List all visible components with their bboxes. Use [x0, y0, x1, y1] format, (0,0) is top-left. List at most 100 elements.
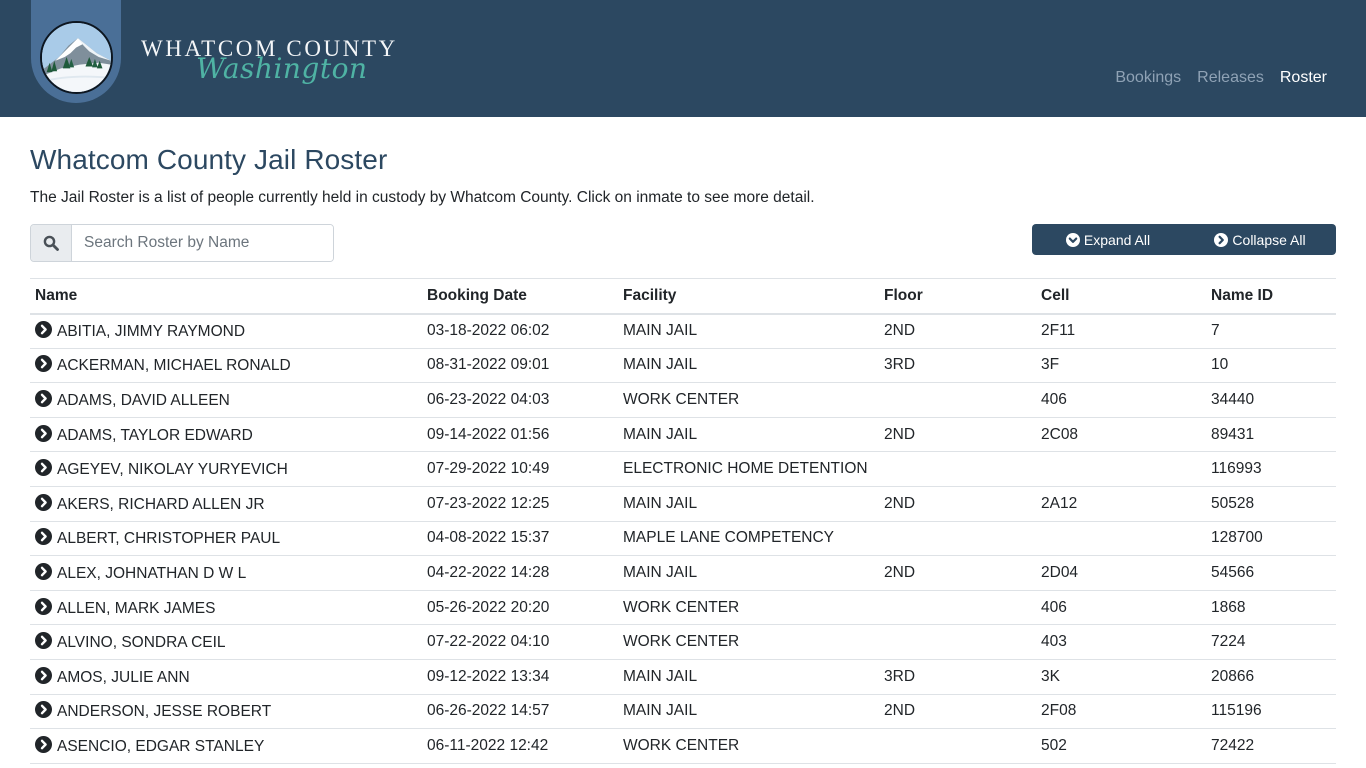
cell-inmate-name[interactable]: ASENCIO, EDGAR STANLEY: [30, 728, 422, 764]
inmate-name-text[interactable]: ADAMS, DAVID ALLEEN: [57, 392, 230, 409]
chevron-circle-right-icon[interactable]: [35, 735, 52, 753]
cell-inmate-name[interactable]: AKERS, RICHARD ALLEN JR: [30, 486, 422, 522]
expand-collapse-group: Expand All Collapse All: [1032, 224, 1336, 255]
column-header-booking-date[interactable]: Booking Date: [422, 278, 618, 315]
table-row[interactable]: ANDERSON, JESSE ROBERT 06-26-2022 14:57 MA…: [30, 694, 1336, 730]
cell-facility: MAIN JAIL: [618, 486, 879, 522]
cell-floor: 2ND: [879, 694, 1036, 730]
cell-floor: 2ND: [879, 486, 1036, 522]
cell-inmate-name[interactable]: ABITIA, JIMMY RAYMOND: [30, 313, 422, 349]
chevron-circle-right-icon[interactable]: [35, 597, 52, 615]
cell-booking-date: 05-26-2022 20:20: [422, 590, 618, 626]
cell-inmate-name[interactable]: ACKERMAN, MICHAEL RONALD: [30, 348, 422, 384]
inmate-name-text[interactable]: ANDERSON, JESSE ROBERT: [57, 703, 271, 720]
search-roster-input[interactable]: [72, 225, 333, 261]
chevron-circle-right-icon[interactable]: [35, 424, 52, 442]
cell-booking-date: 07-23-2022 12:25: [422, 486, 618, 522]
table-row[interactable]: ALVINO, SONDRA CEIL 07-22-2022 04:10 WORK …: [30, 624, 1336, 660]
inmate-name-text[interactable]: ALBERT, CHRISTOPHER PAUL: [57, 530, 280, 547]
cell-name-id: 115196: [1206, 694, 1336, 730]
inmate-name-text[interactable]: ALEX, JOHNATHAN D W L: [57, 565, 246, 582]
inmate-name-text[interactable]: ASENCIO, EDGAR STANLEY: [57, 738, 264, 755]
cell-inmate-name[interactable]: ALBERT, CHRISTOPHER PAUL: [30, 521, 422, 557]
table-row[interactable]: ACKERMAN, MICHAEL RONALD 08-31-2022 09:01…: [30, 348, 1336, 384]
cell-cell: 3F: [1036, 348, 1206, 384]
cell-floor: 2ND: [879, 555, 1036, 591]
nav-releases[interactable]: Releases: [1197, 69, 1264, 87]
cell-cell: [1036, 451, 1206, 487]
search-icon: [31, 225, 72, 261]
cell-cell: 2C08: [1036, 417, 1206, 453]
roster-controls: Expand All Collapse All: [30, 224, 1336, 264]
inmate-name-text[interactable]: AGEYEV, NIKOLAY YURYEVICH: [57, 461, 288, 478]
chevron-circle-right-icon[interactable]: [35, 459, 52, 477]
table-row[interactable]: AGEYEV, NIKOLAY YURYEVICH 07-29-2022 10:4…: [30, 451, 1336, 487]
table-row[interactable]: AKERS, RICHARD ALLEN JR 07-23-2022 12:25 M…: [30, 486, 1336, 522]
cell-facility: WORK CENTER: [618, 624, 879, 660]
inmate-name-text[interactable]: ALVINO, SONDRA CEIL: [57, 634, 226, 651]
column-header-name-id[interactable]: Name ID: [1206, 278, 1336, 315]
collapse-all-label: Collapse All: [1232, 231, 1306, 248]
inmate-name-text[interactable]: ACKERMAN, MICHAEL RONALD: [57, 357, 291, 374]
chevron-circle-right-icon[interactable]: [35, 321, 52, 339]
cell-facility: WORK CENTER: [618, 728, 879, 764]
table-row[interactable]: ALEX, JOHNATHAN D W L 04-22-2022 14:28 MAI…: [30, 555, 1336, 591]
cell-booking-date: 07-22-2022 04:10: [422, 624, 618, 660]
cell-booking-date: 09-12-2022 13:34: [422, 659, 618, 695]
expand-all-label: Expand All: [1083, 231, 1151, 248]
table-row[interactable]: ADAMS, TAYLOR EDWARD 09-14-2022 01:56 MAIN…: [30, 417, 1336, 453]
chevron-circle-right-icon[interactable]: [35, 632, 52, 650]
chevron-circle-right-icon[interactable]: [35, 493, 52, 511]
column-header-floor[interactable]: Floor: [879, 278, 1036, 315]
cell-inmate-name[interactable]: ALVINO, SONDRA CEIL: [30, 624, 422, 660]
chevron-circle-right-icon[interactable]: [35, 666, 52, 684]
expand-all-button[interactable]: Expand All: [1032, 224, 1184, 255]
column-header-cell[interactable]: Cell: [1036, 278, 1206, 315]
table-header-row: Name Booking Date Facility Floor Cell Na…: [30, 278, 1336, 315]
cell-cell: 502: [1036, 728, 1206, 764]
inmate-name-text[interactable]: ALLEN, MARK JAMES: [57, 600, 216, 617]
column-header-facility[interactable]: Facility: [618, 278, 879, 315]
cell-booking-date: 04-08-2022 15:37: [422, 521, 618, 557]
table-row[interactable]: ALBERT, CHRISTOPHER PAUL 04-08-2022 15:37…: [30, 521, 1336, 557]
table-row[interactable]: ALLEN, MARK JAMES 05-26-2022 20:20 WORK CE…: [30, 590, 1336, 626]
cell-inmate-name[interactable]: ALLEN, MARK JAMES: [30, 590, 422, 626]
inmate-name-text[interactable]: ADAMS, TAYLOR EDWARD: [57, 427, 253, 444]
inmate-name-text[interactable]: AKERS, RICHARD ALLEN JR: [57, 496, 265, 513]
nav-roster[interactable]: Roster: [1280, 69, 1327, 87]
cell-cell: 2A12: [1036, 486, 1206, 522]
chevron-circle-right-icon[interactable]: [35, 701, 52, 719]
chevron-circle-right-icon[interactable]: [35, 562, 52, 580]
cell-inmate-name[interactable]: AMOS, JULIE ANN: [30, 659, 422, 695]
cell-facility: MAPLE LANE COMPETENCY: [618, 521, 879, 557]
cell-inmate-name[interactable]: ADAMS, TAYLOR EDWARD: [30, 417, 422, 453]
logo-tab[interactable]: [31, 0, 121, 103]
table-row[interactable]: ABITIA, JIMMY RAYMOND 03-18-2022 06:02 MAI…: [30, 313, 1336, 349]
cell-name-id: 116993: [1206, 451, 1336, 487]
cell-inmate-name[interactable]: ALEX, JOHNATHAN D W L: [30, 555, 422, 591]
cell-floor: [879, 624, 1036, 660]
cell-cell: 406: [1036, 382, 1206, 418]
chevron-circle-right-icon[interactable]: [35, 355, 52, 373]
inmate-name-text[interactable]: AMOS, JULIE ANN: [57, 669, 190, 686]
cell-facility: MAIN JAIL: [618, 417, 879, 453]
cell-name-id: 20866: [1206, 659, 1336, 695]
inmate-name-text[interactable]: ABITIA, JIMMY RAYMOND: [57, 323, 245, 340]
cell-inmate-name[interactable]: ADAMS, DAVID ALLEEN: [30, 382, 422, 418]
table-row[interactable]: ASENCIO, EDGAR STANLEY 06-11-2022 12:42 WO…: [30, 728, 1336, 764]
cell-inmate-name[interactable]: AGEYEV, NIKOLAY YURYEVICH: [30, 451, 422, 487]
main-content: Whatcom County Jail Roster The Jail Rost…: [30, 117, 1336, 764]
table-row[interactable]: ADAMS, DAVID ALLEEN 06-23-2022 04:03 WORK …: [30, 382, 1336, 418]
cell-inmate-name[interactable]: ANDERSON, JESSE ROBERT: [30, 694, 422, 730]
column-header-name[interactable]: Name: [30, 278, 422, 315]
cell-cell: 2F08: [1036, 694, 1206, 730]
cell-cell: 2F11: [1036, 313, 1206, 349]
page-title: Whatcom County Jail Roster: [30, 144, 388, 175]
cell-facility: MAIN JAIL: [618, 348, 879, 384]
chevron-circle-right-icon[interactable]: [35, 528, 52, 546]
chevron-circle-right-icon[interactable]: [35, 389, 52, 407]
collapse-all-button[interactable]: Collapse All: [1184, 224, 1336, 255]
nav-bookings[interactable]: Bookings: [1115, 69, 1181, 87]
table-row[interactable]: AMOS, JULIE ANN 09-12-2022 13:34 MAIN JAIL…: [30, 659, 1336, 695]
cell-booking-date: 03-18-2022 06:02: [422, 313, 618, 349]
